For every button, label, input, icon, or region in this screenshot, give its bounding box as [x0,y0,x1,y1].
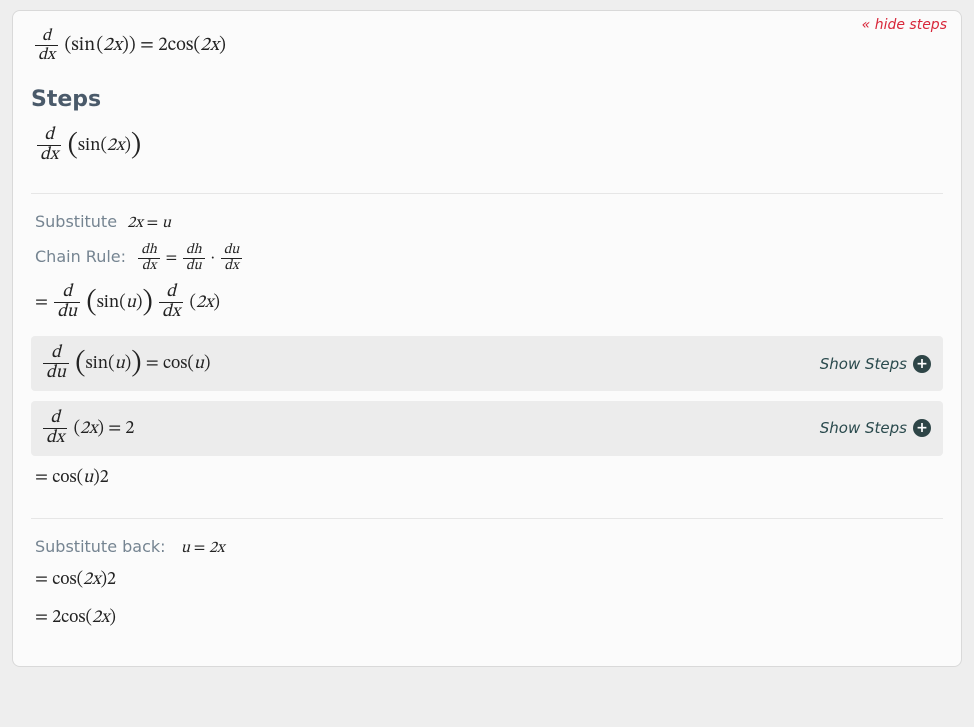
result-equation: d dx (sin (2x)) = 2cos(2x) [33,27,943,63]
plus-icon: + [913,419,931,437]
show-steps-button[interactable]: Show Steps + [820,419,931,437]
hide-steps-toggle[interactable]: « hide steps [862,17,947,33]
divider [31,193,943,194]
step-substitute-back-1: = cos(2x)2 [35,568,943,592]
substitute-back-label: Substitute back: [35,537,166,556]
plus-icon: + [913,355,931,373]
substep-derivative-sin: ddu (sin(u)) = cos(u) Show Steps + [31,336,943,391]
chain-rule-label: Chain Rule: [35,247,126,266]
substitute-back-note: Substitute back: u = 2x [35,537,943,558]
show-steps-button[interactable]: Show Steps + [820,355,931,373]
step-final: = 2cos(2x) [35,606,943,630]
step-original-expression: d dx (sin(2x)) [35,126,943,165]
substitute-note: Substitute 2x = u [35,212,943,233]
divider [31,518,943,519]
substitute-label: Substitute [35,212,117,231]
substep-derivative-2x: ddx (2x) = 2 Show Steps + [31,401,943,456]
solution-card: « hide steps d dx (sin (2x)) = 2cos(2x) … [12,10,962,667]
show-steps-label: Show Steps [820,355,907,373]
show-steps-label: Show Steps [820,419,907,437]
step-combined: = cos(u)2 [35,466,943,490]
steps-heading: Steps [31,87,943,112]
step-chain-expand: = ddu (sin(u)) ddx (2x) [35,283,943,322]
chain-rule-note: Chain Rule: dhdx = dhdu · dudx [35,243,943,274]
